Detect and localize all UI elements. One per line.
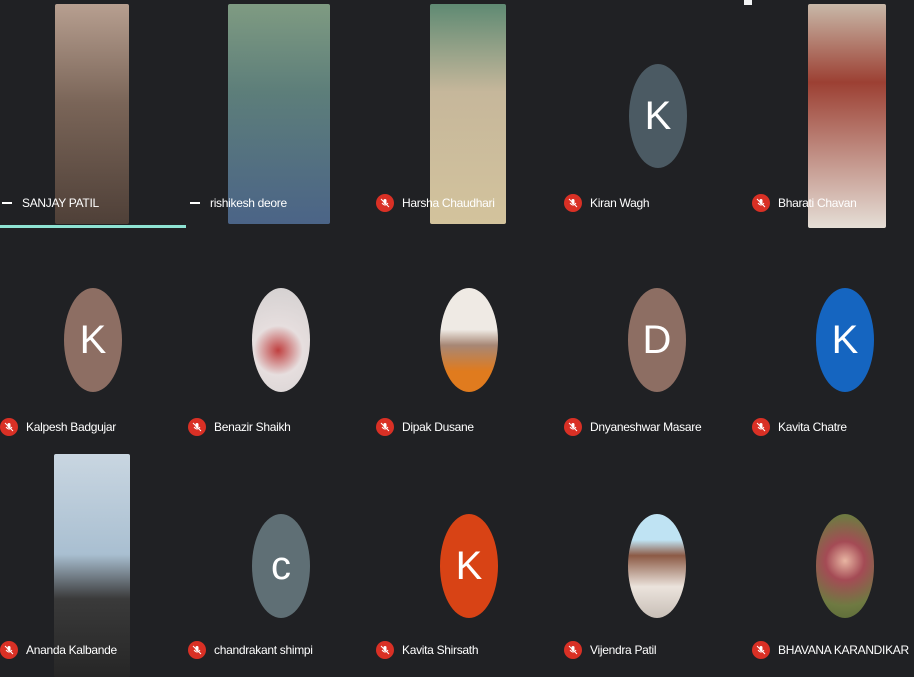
mic-off-icon [0, 641, 18, 659]
mic-off-icon [188, 418, 206, 436]
participant-label: Vijendra Patil [564, 637, 657, 663]
mic-off-icon [0, 418, 18, 436]
participant-name: Vijendra Patil [590, 643, 657, 657]
mic-off-icon [376, 194, 394, 212]
participant-name: rishikesh deore [210, 196, 287, 210]
participant-label: rishikesh deore [188, 190, 287, 216]
mic-off-icon [376, 418, 394, 436]
participant-tile-kiran-wagh[interactable]: K Kiran Wagh [564, 0, 744, 228]
participant-grid: SANJAY PATIL rishikesh deore Harsha Chau… [0, 0, 914, 677]
participant-name: Ananda Kalbande [26, 643, 117, 657]
participant-name: Bharati Chavan [778, 196, 857, 210]
participant-tile-dnyaneshwar-masare[interactable]: D Dnyaneshwar Masare [564, 228, 744, 452]
mic-off-icon [752, 194, 770, 212]
mic-off-icon [564, 418, 582, 436]
mic-off-icon [564, 194, 582, 212]
mic-off-icon [752, 418, 770, 436]
participant-tile-kavita-chatre[interactable]: K Kavita Chatre [752, 228, 914, 452]
participant-label: chandrakant shimpi [188, 637, 313, 663]
participant-tile-benazir-shaikh[interactable]: Benazir Shaikh [188, 228, 368, 452]
participant-tile-kalpesh-badgujar[interactable]: K Kalpesh Badgujar [0, 228, 186, 452]
mic-active-icon [2, 202, 12, 204]
participant-name: Kiran Wagh [590, 196, 650, 210]
avatar [252, 288, 310, 392]
participant-label: Kavita Shirsath [376, 637, 479, 663]
participant-tile-vijendra-patil[interactable]: Vijendra Patil [564, 452, 744, 677]
mic-off-icon [564, 641, 582, 659]
avatar: D [628, 288, 686, 392]
participant-label: Kiran Wagh [564, 190, 650, 216]
avatar: K [440, 514, 498, 618]
participant-name: Kavita Chatre [778, 420, 847, 434]
avatar [628, 514, 686, 618]
participant-name: BHAVANA KARANDIKAR [778, 643, 909, 657]
participant-name: chandrakant shimpi [214, 643, 313, 657]
participant-tile-rishikesh-deore[interactable]: rishikesh deore [188, 0, 368, 228]
mic-off-icon [188, 641, 206, 659]
participant-label: Ananda Kalbande [0, 637, 117, 663]
participant-name: Dnyaneshwar Masare [590, 420, 702, 434]
avatar: K [64, 288, 122, 392]
participant-tile-sanjay-patil[interactable]: SANJAY PATIL [0, 0, 186, 228]
avatar [440, 288, 498, 392]
participant-name: Kalpesh Badgujar [26, 420, 116, 434]
avatar: K [629, 64, 687, 168]
participant-label: BHAVANA KARANDIKAR [752, 637, 909, 663]
participant-name: Harsha Chaudhari [402, 196, 495, 210]
participant-tile-harsha-chaudhari[interactable]: Harsha Chaudhari [376, 0, 556, 228]
participant-name: SANJAY PATIL [22, 196, 99, 210]
participant-name: Kavita Shirsath [402, 643, 479, 657]
participant-label: Dipak Dusane [376, 414, 474, 440]
avatar: c [252, 514, 310, 618]
participant-label: Harsha Chaudhari [376, 190, 495, 216]
mic-active-icon [190, 202, 200, 204]
participant-tile-dipak-dusane[interactable]: Dipak Dusane [376, 228, 556, 452]
participant-label: Kavita Chatre [752, 414, 847, 440]
participant-label: Benazir Shaikh [188, 414, 291, 440]
participant-tile-kavita-shirsath[interactable]: K Kavita Shirsath [376, 452, 556, 677]
participant-name: Benazir Shaikh [214, 420, 291, 434]
participant-label: Bharati Chavan [752, 190, 857, 216]
avatar: K [816, 288, 874, 392]
participant-tile-chandrakant-shimpi[interactable]: c chandrakant shimpi [188, 452, 368, 677]
participant-tile-bharati-chavan[interactable]: Bharati Chavan [752, 0, 914, 228]
participant-name: Dipak Dusane [402, 420, 474, 434]
mic-off-icon [752, 641, 770, 659]
participant-label: Dnyaneshwar Masare [564, 414, 702, 440]
participant-label: Kalpesh Badgujar [0, 414, 116, 440]
participant-label: SANJAY PATIL [0, 190, 99, 216]
mic-off-icon [376, 641, 394, 659]
participant-tile-ananda-kalbande[interactable]: Ananda Kalbande [0, 452, 186, 677]
avatar [816, 514, 874, 618]
participant-tile-bhavana-karandikar[interactable]: BHAVANA KARANDIKAR [752, 452, 914, 677]
